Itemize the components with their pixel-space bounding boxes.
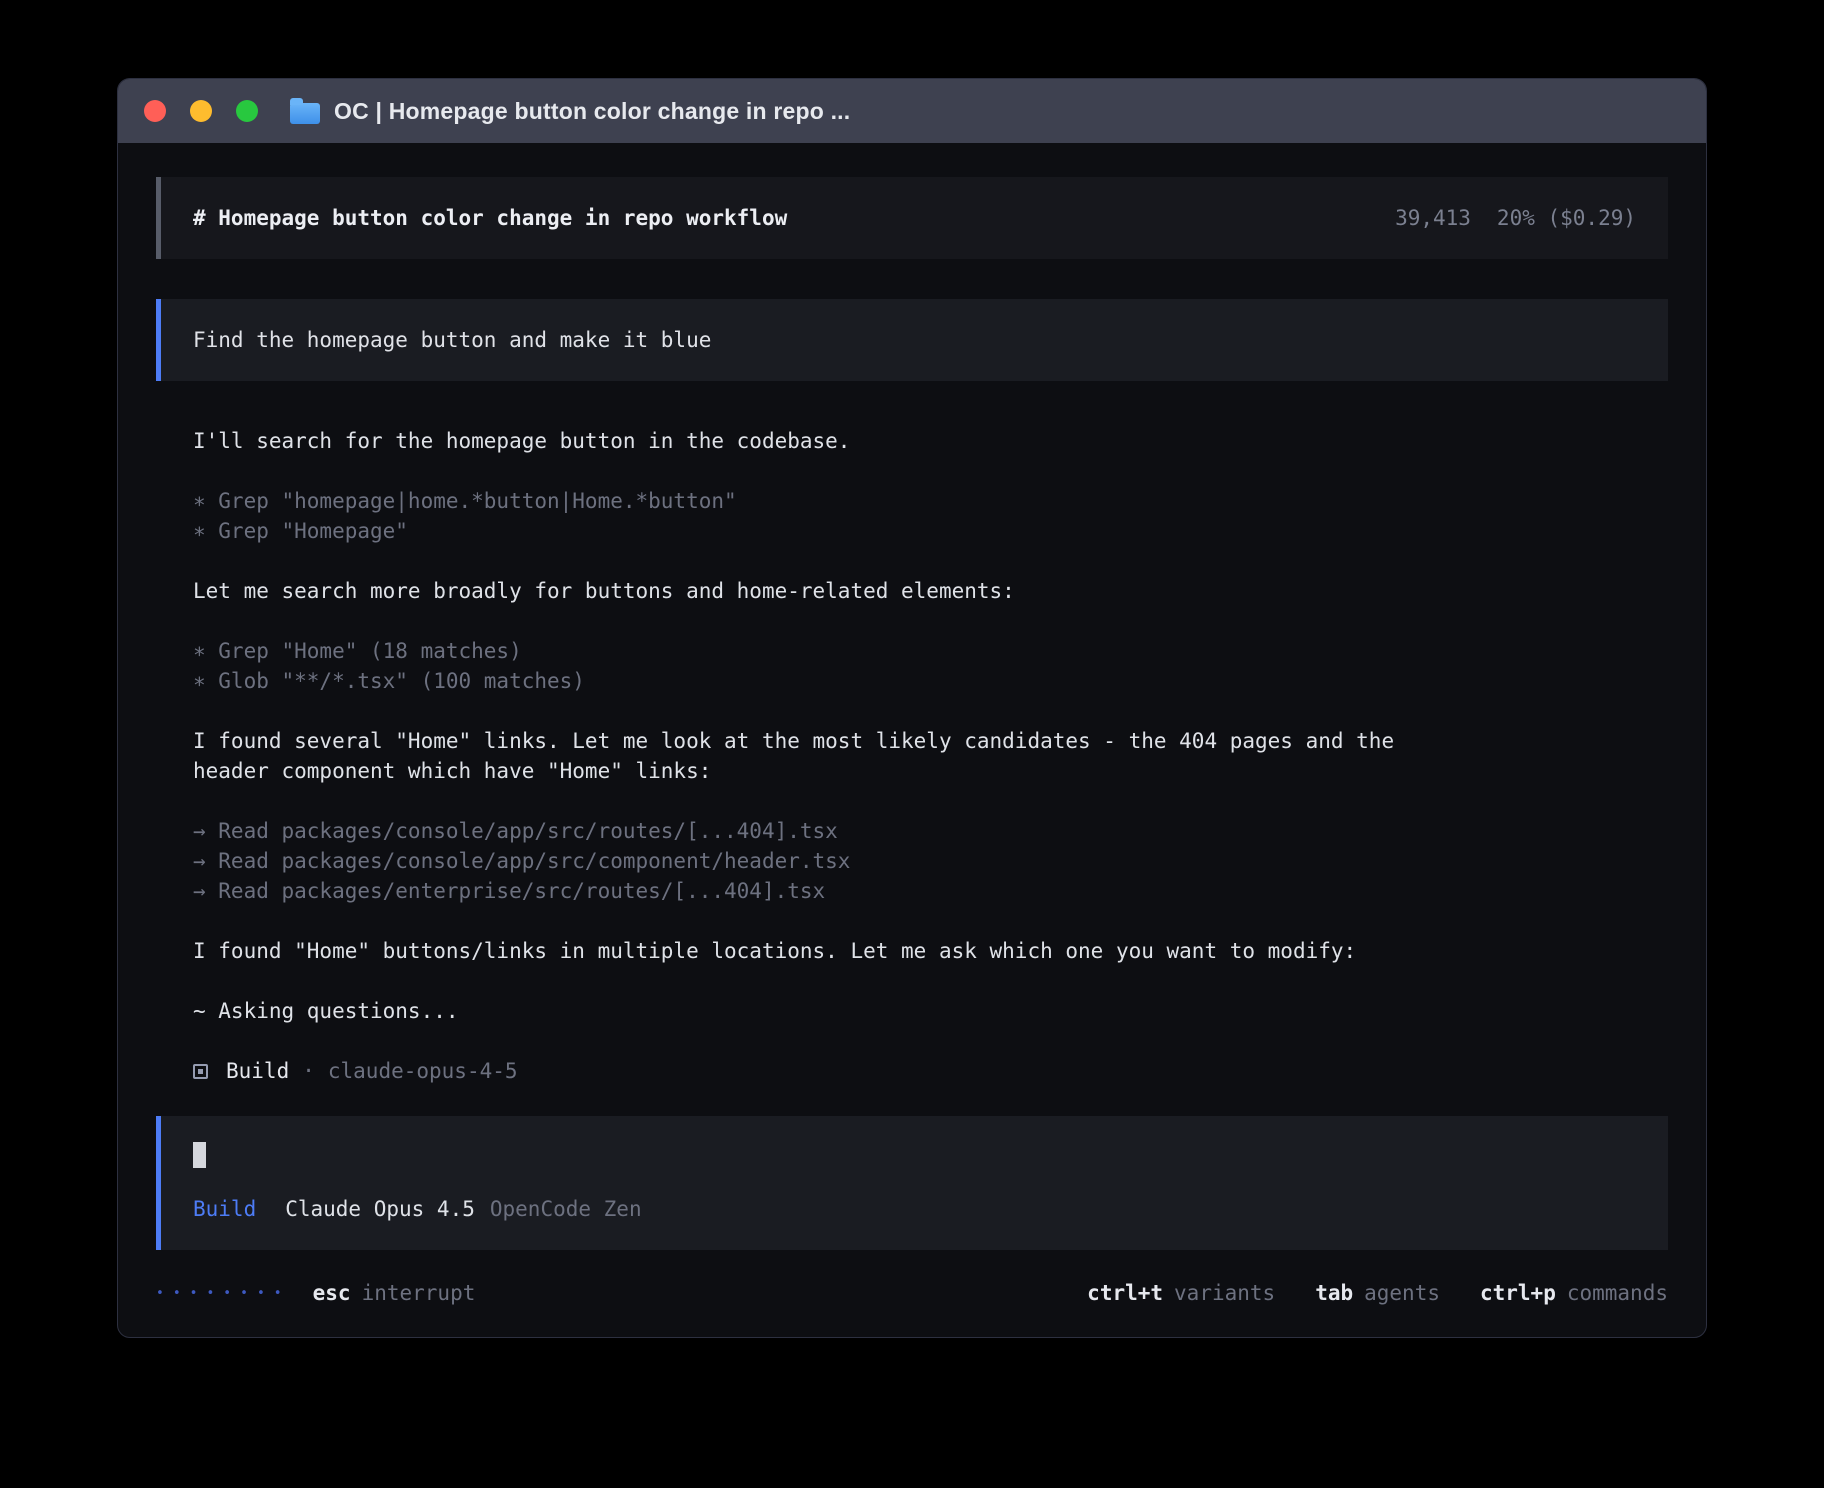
user-message-text: Find the homepage button and make it blu… — [193, 328, 711, 352]
session-stats: 39,413 20% ($0.29) — [1395, 203, 1636, 233]
session-header: # Homepage button color change in repo w… — [156, 177, 1668, 259]
status-bar: •••••••• esc interrupt ctrl+t variants t… — [156, 1277, 1668, 1309]
text-cursor — [193, 1142, 206, 1168]
hint-label: agents — [1364, 1278, 1440, 1308]
close-button[interactable] — [144, 100, 166, 122]
tool-line-grep: ∗ Grep "homepage|home.*button|Home.*butt… — [193, 486, 1668, 516]
token-count: 39,413 — [1395, 203, 1471, 233]
assistant-text: I found "Home" buttons/links in multiple… — [193, 936, 1668, 966]
hint-key: ctrl+t — [1087, 1278, 1163, 1308]
hint-agents: tab agents — [1315, 1278, 1440, 1308]
tool-line-grep: ∗ Grep "Homepage" — [193, 516, 1668, 546]
tool-line-read: → Read packages/console/app/src/componen… — [193, 846, 1668, 876]
window-title: OC | Homepage button color change in rep… — [334, 98, 850, 125]
hint-commands: ctrl+p commands — [1480, 1278, 1668, 1308]
minimize-button[interactable] — [190, 100, 212, 122]
tool-line-grep: ∗ Grep "Home" (18 matches) — [193, 636, 1668, 666]
terminal-content: # Homepage button color change in repo w… — [118, 143, 1706, 1337]
hint-interrupt: esc interrupt — [313, 1278, 476, 1308]
agent-name: Build — [226, 1056, 289, 1086]
hint-variants: ctrl+t variants — [1087, 1278, 1275, 1308]
mode-indicator: Build — [193, 1194, 256, 1224]
status-bar-right: ctrl+t variants tab agents ctrl+p comman… — [1087, 1278, 1668, 1308]
provider-indicator: OpenCode Zen — [490, 1194, 642, 1224]
hint-label: commands — [1567, 1278, 1668, 1308]
agent-model: claude-opus-4-5 — [328, 1056, 518, 1086]
status-bar-left: •••••••• esc interrupt — [156, 1277, 475, 1309]
window-titlebar[interactable]: OC | Homepage button color change in rep… — [118, 79, 1706, 143]
hint-key: ctrl+p — [1480, 1278, 1556, 1308]
model-indicator: Claude Opus 4.5 — [285, 1194, 475, 1224]
zoom-button[interactable] — [236, 100, 258, 122]
tool-line-glob: ∗ Glob "**/*.tsx" (100 matches) — [193, 666, 1668, 696]
folder-icon — [290, 103, 320, 124]
assistant-text: I found several "Home" links. Let me loo… — [193, 726, 1433, 786]
separator-dot: · — [302, 1056, 315, 1086]
hint-label: interrupt — [362, 1278, 476, 1308]
prompt-input[interactable]: Build Claude Opus 4.5 OpenCode Zen — [156, 1116, 1668, 1250]
spinner-dots-icon: •••••••• — [156, 1279, 291, 1309]
hint-key: esc — [313, 1278, 351, 1308]
agent-status-row: Build · claude-opus-4-5 — [193, 1056, 1668, 1086]
window-title-group: OC | Homepage button color change in rep… — [290, 98, 850, 125]
composer-footer: Build Claude Opus 4.5 OpenCode Zen — [193, 1194, 1636, 1224]
square-dot-icon — [193, 1064, 208, 1079]
hint-key: tab — [1315, 1278, 1353, 1308]
prompt-text-area[interactable] — [193, 1140, 1636, 1170]
context-usage: 20% ($0.29) — [1497, 203, 1636, 233]
user-message: Find the homepage button and make it blu… — [156, 299, 1668, 381]
tool-line-read: → Read packages/console/app/src/routes/[… — [193, 816, 1668, 846]
assistant-status-text: ~ Asking questions... — [193, 996, 1668, 1026]
window-controls — [144, 100, 258, 122]
session-title: # Homepage button color change in repo w… — [193, 203, 787, 233]
hint-label: variants — [1174, 1278, 1275, 1308]
assistant-text: Let me search more broadly for buttons a… — [193, 576, 1668, 606]
assistant-response: I'll search for the homepage button in t… — [156, 426, 1668, 1086]
assistant-text: I'll search for the homepage button in t… — [193, 426, 1668, 456]
terminal-window: OC | Homepage button color change in rep… — [117, 78, 1707, 1338]
tool-line-read: → Read packages/enterprise/src/routes/[.… — [193, 876, 1668, 906]
